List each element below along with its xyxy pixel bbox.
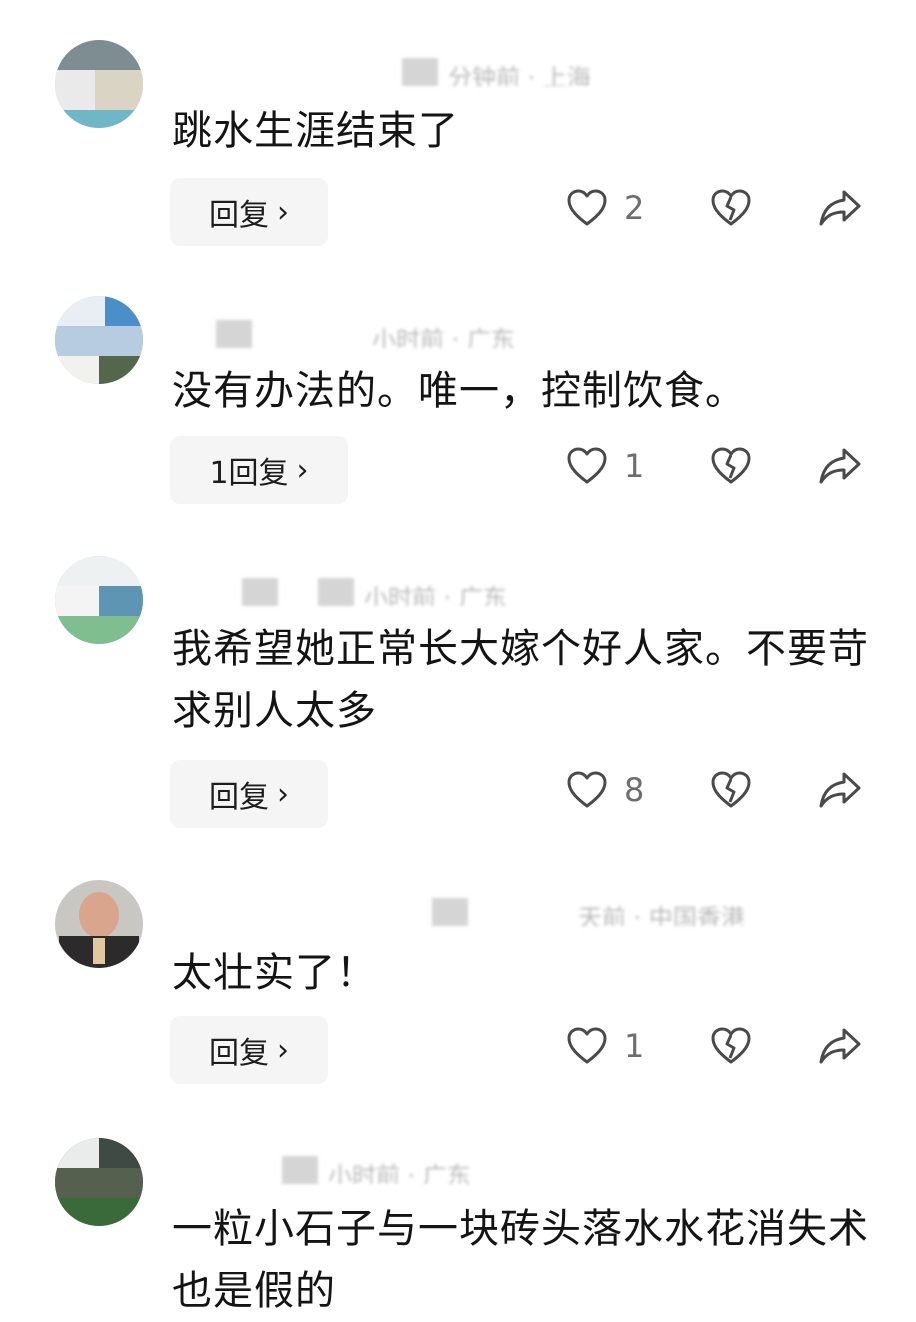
share-arrow-icon [819, 772, 861, 808]
like-count: 2 [624, 189, 645, 227]
reply-button[interactable]: 回复 › [170, 1016, 328, 1084]
comment-meta: 小时前 · 广东 [172, 578, 507, 606]
comment-actions: 2 [560, 180, 880, 240]
comment-text: 一粒小石子与一块砖头落水水花消失术也是假的 [172, 1206, 869, 1314]
heart-outline-icon [567, 1027, 607, 1064]
avatar[interactable] [55, 556, 143, 644]
heart-outline-icon [567, 447, 607, 484]
avatar[interactable] [55, 40, 143, 128]
dislike-button[interactable] [710, 770, 752, 810]
comment-meta: 天前 · 中国香港 [172, 898, 745, 926]
share-arrow-icon [819, 190, 861, 226]
reply-label: 回复 [209, 1036, 269, 1071]
comment-meta: 小时前 · 广东 [172, 1156, 471, 1184]
avatar[interactable] [55, 1138, 143, 1226]
share-button[interactable] [818, 1026, 862, 1066]
dislike-button[interactable] [710, 1026, 752, 1066]
reply-label: 回复 [209, 198, 269, 233]
dislike-button[interactable] [710, 446, 752, 486]
share-button[interactable] [818, 188, 862, 228]
share-button[interactable] [818, 446, 862, 486]
chevron-right-icon: › [277, 1032, 289, 1068]
broken-heart-icon [711, 447, 751, 484]
comment-text: 我希望她正常长大嫁个好人家。不要苛求别人太多 [172, 626, 869, 734]
comment-meta: 分钟前 · 上海 [172, 58, 591, 86]
chevron-right-icon: › [277, 194, 289, 230]
comment-actions: 1 [560, 438, 880, 498]
broken-heart-icon [711, 189, 751, 226]
comment-meta: 小时前 · 广东 [172, 320, 515, 348]
comment-actions: 1 [560, 1018, 880, 1078]
heart-outline-icon [567, 771, 607, 808]
share-button[interactable] [818, 770, 862, 810]
reply-label: 回复 [209, 780, 269, 815]
comment-text: 跳水生涯结束了 [172, 108, 459, 154]
like-button[interactable]: 8 [566, 770, 644, 810]
chevron-right-icon: › [296, 452, 309, 488]
comment-text: 太壮实了！ [172, 950, 377, 996]
like-count: 8 [624, 771, 645, 809]
dislike-button[interactable] [710, 188, 752, 228]
like-button[interactable]: 2 [566, 188, 644, 228]
share-arrow-icon [819, 1028, 861, 1064]
like-count: 1 [624, 1027, 645, 1065]
avatar[interactable] [55, 880, 143, 968]
broken-heart-icon [711, 1027, 751, 1064]
reply-button[interactable]: 回复 › [170, 178, 328, 246]
like-button[interactable]: 1 [566, 1026, 644, 1066]
reply-button[interactable]: 1回复 › [170, 436, 348, 504]
comment-actions: 8 [560, 762, 880, 822]
like-button[interactable]: 1 [566, 446, 644, 486]
heart-outline-icon [567, 189, 607, 226]
share-arrow-icon [819, 448, 861, 484]
like-count: 1 [624, 447, 645, 485]
reply-label: 1回复 [209, 456, 289, 491]
reply-button[interactable]: 回复 › [170, 760, 328, 828]
chevron-right-icon: › [277, 776, 289, 812]
avatar[interactable] [55, 296, 143, 384]
comment-text: 没有办法的。唯一，控制饮食。 [172, 368, 746, 414]
broken-heart-icon [711, 771, 751, 808]
